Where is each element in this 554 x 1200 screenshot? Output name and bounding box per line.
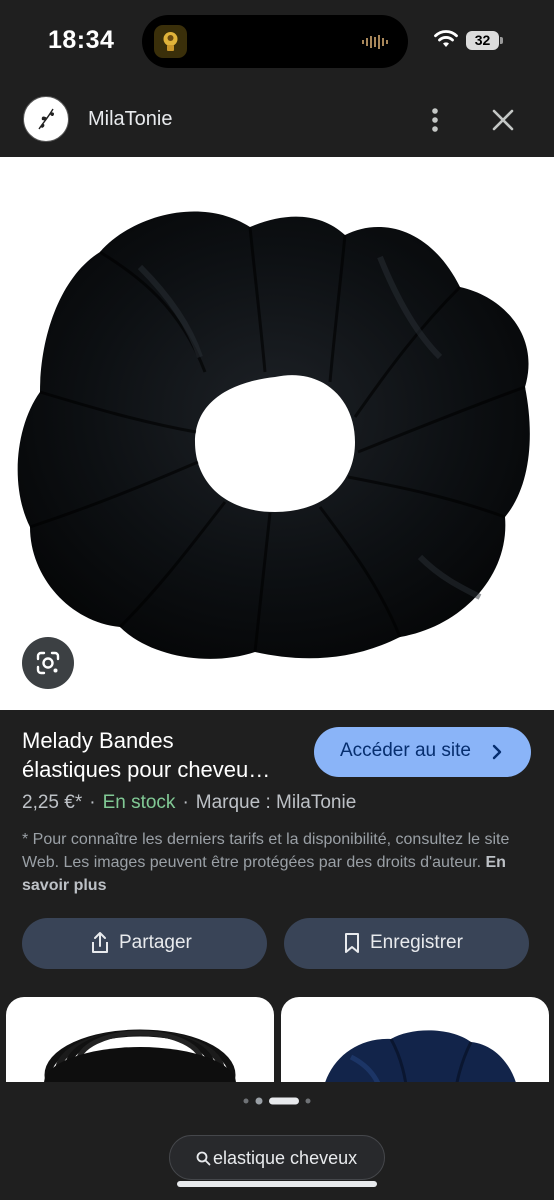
- product-brand: Marque : MilaTonie: [195, 792, 357, 813]
- chevron-right-icon: [492, 744, 502, 760]
- search-icon: [196, 1151, 211, 1166]
- audio-waveform-icon: [362, 35, 388, 49]
- save-button[interactable]: Enregistrer: [284, 918, 529, 969]
- viewer-header: MilaTonie: [0, 82, 554, 157]
- close-button[interactable]: [485, 102, 521, 138]
- share-label: Partager: [119, 932, 192, 953]
- share-icon: [92, 932, 108, 953]
- bottom-bar: elastique cheveux: [0, 1082, 554, 1200]
- related-product-card[interactable]: [281, 997, 549, 1082]
- related-products: [0, 990, 554, 1082]
- product-title-line1: Melady Bandes: [22, 728, 174, 753]
- disclaimer-text: * Pour connaître les derniers tarifs et …: [22, 831, 510, 871]
- close-icon: [492, 109, 514, 131]
- disclaimer: * Pour connaître les derniers tarifs et …: [22, 828, 534, 897]
- bookmark-icon: [345, 933, 359, 953]
- visit-site-button[interactable]: Accéder au site: [314, 727, 531, 777]
- scrunchie-image: [17, 211, 530, 659]
- status-time: 18:34: [48, 26, 115, 54]
- google-lens-button[interactable]: [22, 637, 74, 689]
- google-lens-icon: [36, 651, 60, 675]
- live-activity-icon: [154, 25, 187, 58]
- product-meta: 2,25 €* · En stock · Marque : MilaTonie: [22, 792, 356, 814]
- meta-separator: ·: [182, 792, 189, 813]
- page-indicator[interactable]: [242, 1096, 314, 1106]
- product-title-line2: élastiques pour cheveu…: [22, 757, 271, 782]
- hair-ties-image: [44, 1029, 236, 1082]
- visit-site-label: Accéder au site: [340, 740, 471, 761]
- more-vert-icon: [432, 108, 438, 132]
- battery-icon: 32: [466, 31, 499, 50]
- save-label: Enregistrer: [370, 932, 463, 953]
- meta-separator: ·: [89, 792, 96, 813]
- battery-tip: [500, 37, 503, 44]
- site-logo[interactable]: [23, 96, 69, 142]
- related-product-card[interactable]: [6, 997, 274, 1082]
- stock-status: En stock: [102, 792, 176, 813]
- navy-scrunchie-image: [325, 1030, 516, 1082]
- home-indicator[interactable]: [177, 1181, 377, 1187]
- share-button[interactable]: Partager: [22, 918, 267, 969]
- product-price: 2,25 €*: [22, 792, 83, 813]
- site-name[interactable]: MilaTonie: [88, 108, 172, 131]
- product-title[interactable]: Melady Bandes élastiques pour cheveu…: [22, 726, 302, 784]
- product-image[interactable]: [0, 157, 554, 710]
- dynamic-island: [142, 15, 408, 68]
- search-query: elastique cheveux: [213, 1148, 358, 1168]
- more-options-button[interactable]: [420, 100, 450, 140]
- status-bar: 18:34 32: [0, 0, 554, 82]
- wifi-icon: [434, 30, 458, 47]
- search-query-chip[interactable]: elastique cheveux: [169, 1135, 385, 1180]
